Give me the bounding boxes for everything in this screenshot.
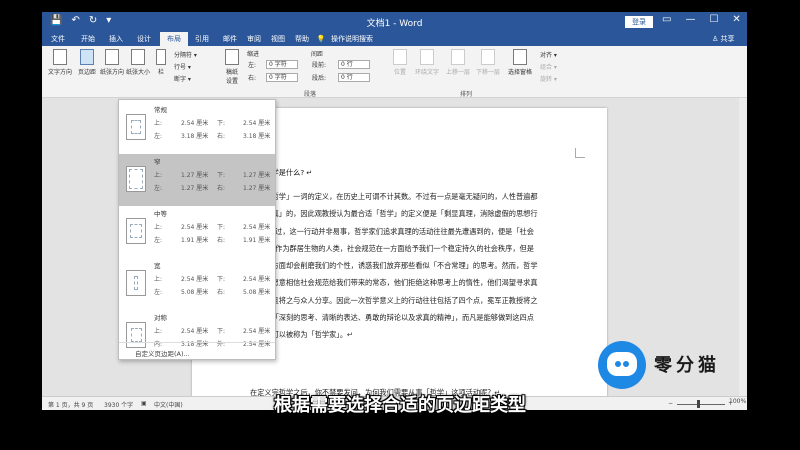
draft-paper-icon xyxy=(225,49,239,65)
selection-pane-icon xyxy=(513,49,527,65)
margins-icon xyxy=(80,49,94,65)
share-button[interactable]: ♙ 共享 xyxy=(712,32,735,46)
margin-option[interactable]: 中等 上: 2.54 厘米 下: 2.54 厘米 左: 1.91 厘米 右: 1.91 厘米 xyxy=(119,206,275,258)
tab-review[interactable]: 审阅 xyxy=(242,32,266,46)
paragraph-group-label: 段落 xyxy=(304,91,317,98)
margin-preview-icon xyxy=(126,166,146,192)
indent-left-input[interactable]: 0 字符 xyxy=(266,60,298,69)
tab-help[interactable]: 帮助 xyxy=(290,32,314,46)
margin-preview-icon xyxy=(126,218,146,244)
vertical-scrollbar[interactable] xyxy=(739,98,747,396)
wrap-text-button[interactable]: 环绕文字 xyxy=(412,49,442,76)
title-bar: 💾 ↶ ↻ ▾ 文档1 - Word 登录 ▭ — ☐ ✕ xyxy=(42,12,747,32)
line-numbers-button[interactable]: 行号 ▾ xyxy=(174,62,191,71)
selection-pane-button[interactable]: 选择窗格 xyxy=(504,49,536,76)
bring-forward-icon xyxy=(451,49,465,65)
doc-line: 理，并且将之与众人分享。因此一次哲学意义上的行动往往包括了四个点，冕军正教授将之 xyxy=(250,295,538,305)
tab-home[interactable]: 开始 xyxy=(76,32,100,46)
send-backward-icon xyxy=(481,49,495,65)
orientation-button[interactable]: 纸张方向 xyxy=(99,49,125,76)
columns-button[interactable]: 栏 xyxy=(154,49,168,76)
tab-layout[interactable]: 布局 xyxy=(160,32,188,46)
doc-line: 家却不愿意相信社会规范给我们带来的常态，他们拒绝这种思考上的惰性，他们渴望寻求真 xyxy=(250,278,538,288)
doc-line: 在另一方面却会削磨我们的个性，诱惑我们放弃那些看似「不合常理」的思考。然而，哲学 xyxy=(250,261,538,271)
close-icon[interactable]: ✕ xyxy=(732,14,740,25)
text-direction-button[interactable]: 文字方向 xyxy=(46,49,74,76)
margin-option[interactable]: 窄上: 1.27 厘米 下: 1.27 厘米 左: 1.27 厘米 右: 1.27 厘米 xyxy=(119,154,275,206)
paper-size-button[interactable]: 纸张大小 xyxy=(125,49,151,76)
margin-preview-icon xyxy=(126,114,146,140)
margin-preview-icon xyxy=(126,322,146,348)
position-button[interactable]: 位置 xyxy=(388,49,412,76)
tell-me-search[interactable]: 操作说明搜索 xyxy=(328,32,376,46)
crop-mark xyxy=(575,148,585,158)
doc-line: 的人都可以被称为「哲学家」。↵ xyxy=(250,330,354,340)
window-controls: ▭ — ☐ ✕ xyxy=(662,14,741,25)
video-subtitle: 根据需要选择合适的页边距类型 xyxy=(274,395,526,416)
spacing-after-input[interactable]: 0 行 xyxy=(338,73,370,82)
lightbulb-icon[interactable]: 💡 xyxy=(314,32,328,46)
tab-references[interactable]: 引用 xyxy=(190,32,214,46)
margins-dropdown: 常规 上: 2.54 厘米 下: 2.54 厘米 左: 3.18 厘米 右: 3.18 厘米窄上… xyxy=(118,99,276,360)
tab-design[interactable]: 设计 xyxy=(132,32,156,46)
wrap-text-icon xyxy=(420,49,434,65)
custom-margins-item[interactable]: 自定义页边距(A)... xyxy=(135,348,190,358)
group-button[interactable]: 组合 ▾ xyxy=(540,62,557,71)
margin-option-name: 窄 xyxy=(154,158,161,166)
tab-insert[interactable]: 插入 xyxy=(104,32,128,46)
send-backward-button[interactable]: 下移一层 xyxy=(473,49,503,76)
cat-logo-icon xyxy=(598,341,646,389)
margin-option[interactable]: 宽上: 2.54 厘米 下: 2.54 厘米 左: 5.08 厘米 右: 5.08 厘米 xyxy=(119,258,275,310)
columns-icon xyxy=(156,49,166,65)
paper-size-icon xyxy=(131,49,145,65)
margin-option[interactable]: 常规 上: 2.54 厘米 下: 2.54 厘米 左: 3.18 厘米 右: 3.18 厘米 xyxy=(119,102,275,154)
margins-button[interactable]: 页边距 xyxy=(75,49,99,76)
doc-line: 动」。不过，这一行动并非易事，哲学家们追求真理的活动往往最先遭遇到的，便是「社会 xyxy=(250,226,534,236)
margin-option-name: 中等 xyxy=(154,210,167,218)
doc-paragraph: 关于「哲学」一词的定义，在历史上可谓不计其数。不过有一点是毫无疑问的，人性普遍都… xyxy=(250,188,550,344)
doc-line: 总结为「深刻的思考、清晰的表达、勇敢的辩论以及求真的精神」，而凡是能够做到这四点 xyxy=(250,313,534,323)
tab-mailings[interactable]: 邮件 xyxy=(218,32,242,46)
position-icon xyxy=(393,49,407,65)
breaks-button[interactable]: 分隔符 ▾ xyxy=(174,50,197,59)
tab-file[interactable]: 文件 xyxy=(46,32,70,46)
indent-label: 缩进 xyxy=(247,51,260,58)
bring-forward-button[interactable]: 上移一层 xyxy=(443,49,473,76)
text-direction-icon xyxy=(53,49,67,65)
orientation-icon xyxy=(105,49,119,65)
margin-option-name: 常规 xyxy=(154,106,167,114)
doc-line: 规范」。作为群居生物的人类，社会规范在一方面给予我们一个稳定持久的社会秩序，但是 xyxy=(250,243,534,253)
rotate-button[interactable]: 旋转 ▾ xyxy=(540,74,557,83)
indent-right-input[interactable]: 0 字符 xyxy=(266,73,298,82)
draft-paper-button[interactable]: 稿纸 设置 xyxy=(221,49,243,85)
dropdown-divider xyxy=(119,342,275,343)
ribbon-layout: 文字方向 页边距 纸张方向 纸张大小 栏 分隔符 ▾ 行号 ▾ 断字 ▾ 稿纸 … xyxy=(42,46,747,98)
ribbon-tabs: 文件 开始 插入 设计 布局 引用 邮件 审阅 视图 帮助 💡 操作说明搜索 ♙… xyxy=(42,32,747,46)
align-button[interactable]: 对齐 ▾ xyxy=(540,50,557,59)
minimize-icon[interactable]: — xyxy=(685,14,695,25)
tab-view[interactable]: 视图 xyxy=(266,32,290,46)
hyphenation-button[interactable]: 断字 ▾ xyxy=(174,74,191,83)
login-button[interactable]: 登录 xyxy=(625,16,653,28)
margin-option-name: 宽 xyxy=(154,262,161,270)
spacing-label: 间距 xyxy=(311,51,324,58)
arrange-group-label: 排列 xyxy=(460,91,473,98)
doc-line: 是「求真」的，因此观教授认为最合适「哲学」的定义便是「剩显真理，消除虚假的思想行 xyxy=(250,209,538,219)
logo-text: 零分猫 xyxy=(654,355,720,376)
margin-preview-icon xyxy=(126,270,146,296)
margin-option-name: 对称 xyxy=(154,314,167,322)
spacing-before-input[interactable]: 0 行 xyxy=(338,60,370,69)
ribbon-display-icon[interactable]: ▭ xyxy=(662,14,671,25)
doc-line: 关于「哲学」一词的定义，在历史上可谓不计其数。不过有一点是毫无疑问的，人性普遍都 xyxy=(250,192,538,201)
video-frame: 💾 ↶ ↻ ▾ 文档1 - Word 登录 ▭ — ☐ ✕ 文件 开始 插入 设… xyxy=(0,0,800,450)
maximize-icon[interactable]: ☐ xyxy=(709,14,718,25)
